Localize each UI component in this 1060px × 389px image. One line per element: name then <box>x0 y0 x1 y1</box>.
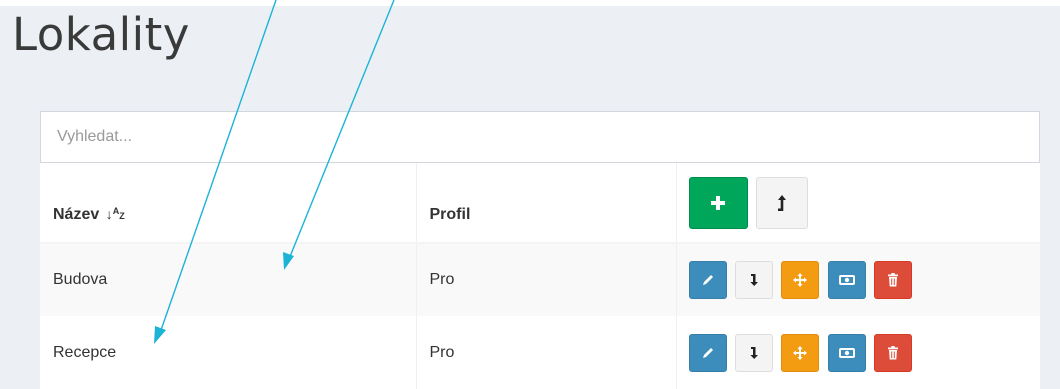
table-row[interactable]: Budova Pro <box>40 243 1040 316</box>
name-header-label: Název <box>53 206 100 223</box>
pencil-icon <box>702 275 713 285</box>
row-actions <box>675 316 1040 389</box>
locations-table: Název ↓AZ Profil Budova Pro Recepce Pro <box>40 163 1040 389</box>
arrows-move-icon <box>793 345 808 360</box>
sort-alpha-down-icon[interactable]: ↓AZ <box>106 206 125 222</box>
money-bill-icon <box>838 275 855 285</box>
profile-column-header: Profil <box>415 163 676 244</box>
pencil-icon <box>702 347 713 358</box>
table-header-row: Název ↓AZ Profil <box>40 163 1040 244</box>
top-strip <box>0 0 1060 6</box>
arrow-down-icon <box>750 346 758 359</box>
trash-icon <box>888 345 899 359</box>
profile-cell: Pro <box>415 243 676 316</box>
profile-header-label: Profil <box>429 206 471 223</box>
move-button[interactable] <box>781 261 820 299</box>
money-bill-icon <box>838 347 855 358</box>
name-column-header[interactable]: Název ↓AZ <box>40 163 416 244</box>
name-cell: Budova <box>53 271 108 288</box>
page-title: Lokality <box>12 8 190 61</box>
table-row[interactable]: Recepce Pro <box>40 316 1040 389</box>
arrow-down-icon <box>750 274 758 286</box>
add-button[interactable] <box>688 176 748 229</box>
edit-button[interactable] <box>688 333 727 372</box>
delete-button[interactable] <box>874 333 913 372</box>
move-down-button[interactable] <box>734 261 773 299</box>
arrows-move-icon <box>793 273 808 287</box>
view-button[interactable] <box>827 261 866 299</box>
search-input[interactable] <box>40 111 1040 163</box>
edit-button[interactable] <box>688 261 727 299</box>
move-down-button[interactable] <box>734 333 773 372</box>
move-up-button[interactable] <box>755 176 808 229</box>
row-actions <box>675 243 1040 316</box>
move-button[interactable] <box>781 333 820 372</box>
plus-icon <box>711 195 725 210</box>
arrow-up-icon <box>777 194 786 211</box>
actions-column-header <box>675 163 1040 244</box>
view-button[interactable] <box>827 333 866 372</box>
profile-cell: Pro <box>415 316 676 389</box>
delete-button[interactable] <box>874 261 913 299</box>
trash-icon <box>888 273 899 287</box>
name-cell: Recepce <box>53 343 117 361</box>
